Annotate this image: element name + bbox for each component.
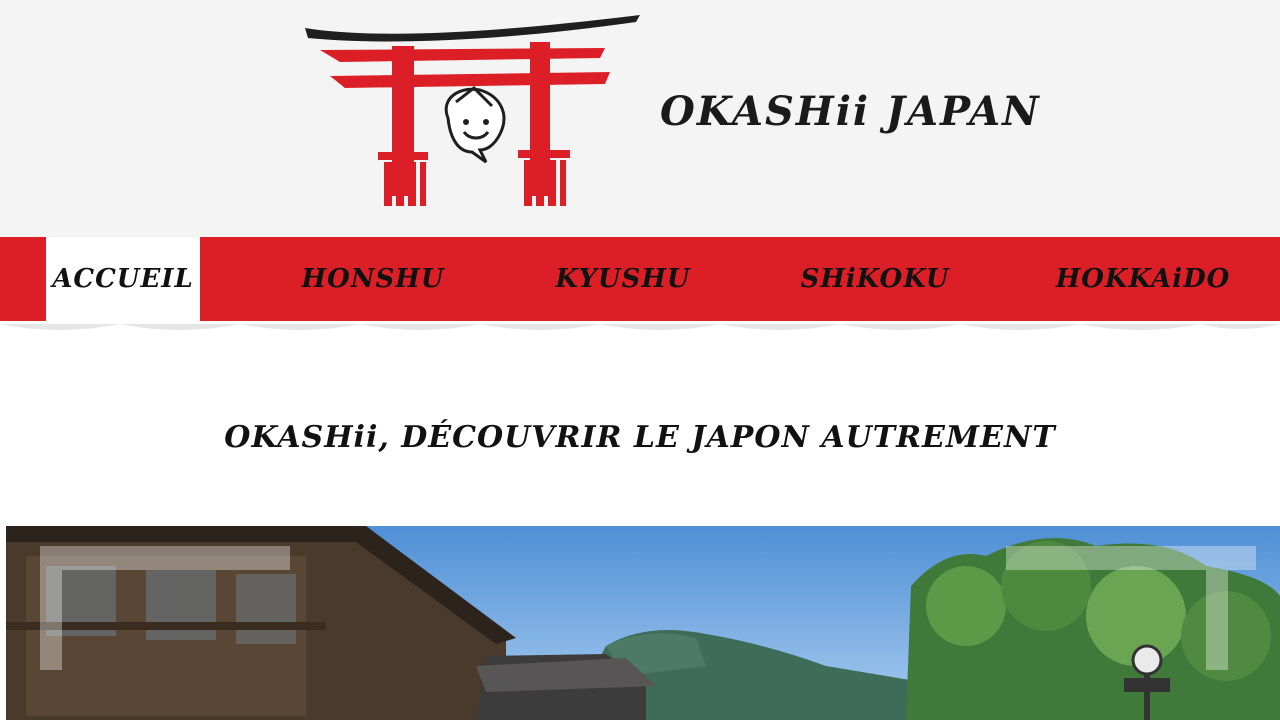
- nav-item-shikoku[interactable]: SHiKOKU: [800, 237, 950, 321]
- torii-logo-icon[interactable]: [300, 10, 650, 215]
- site-header: OKASHii JAPAN: [0, 0, 1280, 237]
- nav-item-accueil[interactable]: ACCUEIL: [46, 237, 200, 321]
- nav-item-hokkaido[interactable]: HOKKAiDO: [1056, 237, 1230, 321]
- nav-decorative-edge: [0, 321, 1280, 333]
- main-navigation: ACCUEIL HONSHU KYUSHU SHiKOKU HOKKAiDO: [0, 237, 1280, 321]
- hero-image: [6, 526, 1280, 720]
- nav-item-honshu[interactable]: HONSHU: [298, 237, 448, 321]
- brand-name[interactable]: OKASHii JAPAN: [660, 88, 1041, 135]
- page-tagline: OKASHii, DÉCOUVRIR LE JAPON AUTREMENT: [224, 420, 1056, 455]
- nav-item-kyushu[interactable]: KYUSHU: [548, 237, 698, 321]
